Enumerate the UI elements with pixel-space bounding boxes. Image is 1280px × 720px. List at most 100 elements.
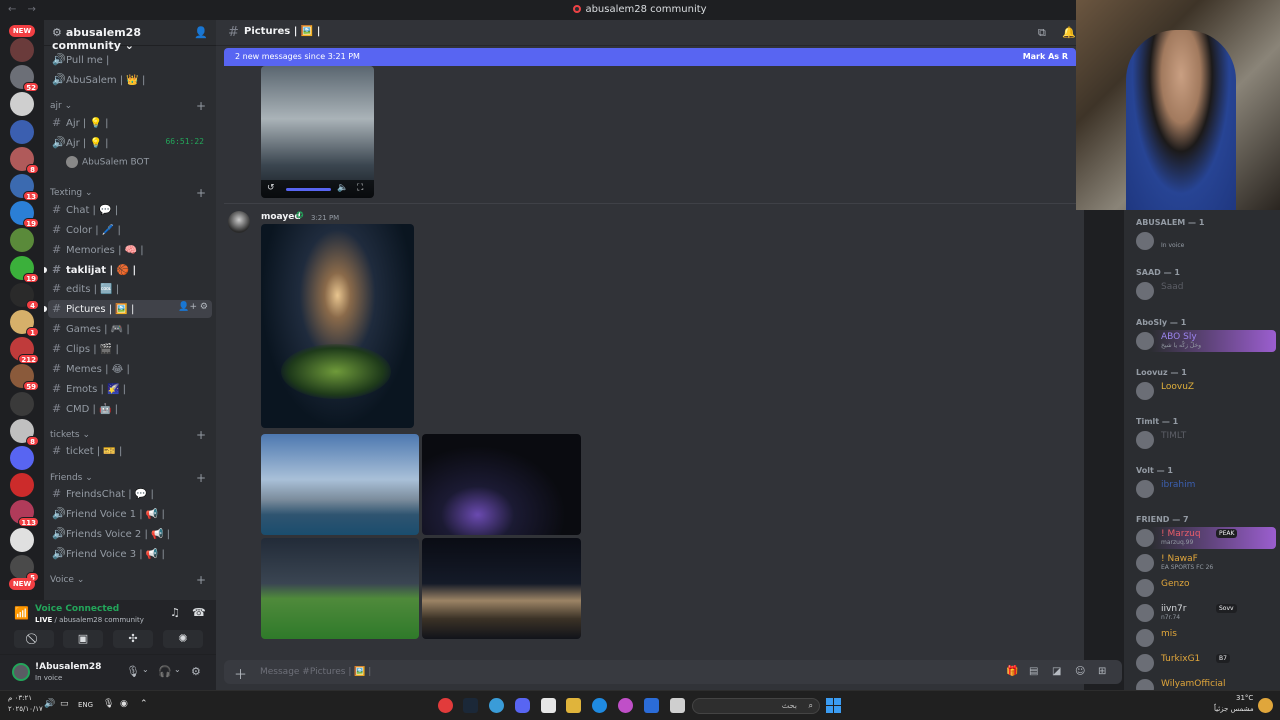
server-icon[interactable]: 8 bbox=[10, 146, 39, 174]
server-icon[interactable] bbox=[10, 92, 34, 117]
steam-icon[interactable] bbox=[463, 698, 478, 713]
member-item[interactable]: TIMLT bbox=[1136, 429, 1276, 451]
chevron-up-icon[interactable]: ⌃ bbox=[140, 699, 148, 709]
bell-icon[interactable]: 🔔 bbox=[1062, 26, 1076, 39]
server-icon[interactable]: 1 bbox=[10, 310, 39, 337]
microphone-icon[interactable]: 🎙 bbox=[103, 699, 114, 709]
chrome-icon[interactable] bbox=[489, 698, 504, 713]
channel-item[interactable]: # Games | 🎮 | bbox=[48, 320, 212, 338]
category-header[interactable]: Friends ⌄ + bbox=[50, 471, 212, 485]
server-icon[interactable] bbox=[10, 228, 34, 253]
store-icon[interactable] bbox=[541, 698, 556, 713]
channel-item[interactable]: # edits | 🆒 | bbox=[48, 280, 212, 298]
channel-item[interactable]: 🔊Friend Voice 3 | 📢 | bbox=[48, 545, 212, 563]
mail-icon[interactable] bbox=[644, 698, 659, 713]
progress-bar[interactable] bbox=[286, 188, 331, 191]
member-item[interactable]: ibrahim bbox=[1136, 478, 1276, 500]
channel-item[interactable]: 🔊Ajr | 💡 | 66:51:22 bbox=[48, 134, 212, 152]
apps-icon[interactable]: ⊞ bbox=[1098, 666, 1106, 677]
server-icon[interactable]: 8 bbox=[10, 418, 39, 446]
video-attachment[interactable]: ↺ 🔈 ⛶ bbox=[261, 66, 374, 198]
network-icon[interactable]: ◉ bbox=[120, 699, 128, 709]
volume-icon[interactable]: 🔊 bbox=[44, 699, 55, 709]
image-skyline[interactable] bbox=[261, 434, 419, 535]
gif-icon[interactable]: ▤ bbox=[1029, 666, 1038, 677]
channel-item[interactable]: # Color | 🖊️ | bbox=[48, 221, 212, 239]
channel-item[interactable]: # Chat | 💬 | bbox=[48, 201, 212, 219]
gear-icon[interactable]: ⚙ bbox=[191, 665, 201, 678]
server-icon[interactable] bbox=[10, 391, 34, 416]
channel-item[interactable]: # CMD | 🤖 | bbox=[48, 400, 212, 418]
signal-icon[interactable]: 📶 bbox=[14, 606, 29, 620]
server-icon[interactable] bbox=[10, 527, 34, 552]
image-palace[interactable] bbox=[422, 538, 581, 639]
emoji-icon[interactable]: ☺ bbox=[1075, 666, 1085, 677]
soundboard-button[interactable]: ✺ bbox=[163, 630, 203, 648]
copilot-icon[interactable] bbox=[618, 698, 633, 713]
disconnect-icon[interactable]: ☎ bbox=[192, 606, 206, 619]
volume-icon[interactable]: 🔈 bbox=[337, 183, 348, 193]
display-icon[interactable]: ▭ bbox=[60, 699, 69, 709]
edge-icon[interactable] bbox=[592, 698, 607, 713]
image-stadium[interactable] bbox=[261, 224, 414, 428]
channel-item[interactable]: # Pictures | 🖼️ | 👤+ ⚙ bbox=[48, 300, 212, 319]
microphone-icon[interactable]: 🎙 bbox=[126, 665, 140, 678]
invite-icon[interactable]: 👤 bbox=[194, 26, 208, 39]
add-channel-icon[interactable]: + bbox=[196, 186, 206, 200]
add-channel-icon[interactable]: + bbox=[196, 99, 206, 113]
gift-icon[interactable]: 🎁 bbox=[1006, 666, 1018, 677]
headset-icon[interactable]: 🎧 bbox=[158, 665, 172, 678]
server-icon[interactable]: 5 bbox=[10, 554, 39, 582]
clock-date[interactable]: ٢٠٢٥/١٠/١٧ bbox=[8, 705, 43, 713]
server-icon[interactable] bbox=[10, 446, 34, 470]
channel-item[interactable]: # Memories | 🧠 | bbox=[48, 241, 212, 259]
category-header[interactable]: tickets ⌄ + bbox=[50, 428, 212, 442]
new-messages-bar[interactable]: 2 new messages since 3:21 PM Mark As R bbox=[224, 48, 1076, 66]
server-icon[interactable]: 113 bbox=[10, 500, 39, 528]
channel-item[interactable]: # Clips | 🎬 | bbox=[48, 340, 212, 358]
member-item[interactable]: ! Marzuq PEAK marzuq.99 bbox=[1136, 527, 1276, 549]
message-author[interactable]: moayed bbox=[261, 212, 301, 222]
member-item[interactable]: ! NawaF EA SPORTS FC 26 bbox=[1136, 552, 1276, 574]
server-icon[interactable] bbox=[10, 38, 34, 62]
avatar[interactable] bbox=[12, 663, 30, 681]
member-item[interactable]: iivn7r Sovv n7r.74 bbox=[1136, 602, 1276, 624]
chevron-down-icon[interactable]: ⌄ bbox=[142, 665, 149, 674]
voice-status[interactable]: Voice Connected bbox=[35, 604, 119, 614]
channel-item[interactable]: 🔊AbuSalem | 👑 | bbox=[48, 71, 212, 89]
channel-item[interactable]: 🔊Friend Voice 1 | 📢 | bbox=[48, 505, 212, 523]
server-icon[interactable]: 13 bbox=[10, 174, 39, 201]
image-night[interactable] bbox=[422, 434, 581, 535]
server-icon[interactable] bbox=[10, 473, 34, 498]
windows-start-icon[interactable] bbox=[826, 698, 841, 713]
server-icon[interactable]: 59 bbox=[10, 364, 39, 392]
sticker-icon[interactable]: ◪ bbox=[1052, 666, 1061, 677]
server-icon[interactable]: 19 bbox=[10, 255, 39, 283]
camera-off-button[interactable]: ⃠ bbox=[14, 630, 54, 648]
clock-time[interactable]: ٠٣:٢١ م bbox=[8, 694, 32, 702]
server-icon[interactable]: 212 bbox=[10, 337, 39, 365]
member-item[interactable]: ABO Sly وخلّ زكّه يا شيخ bbox=[1136, 330, 1276, 352]
channel-item[interactable]: # ticket | 🎫 | bbox=[48, 442, 212, 460]
record-app-icon[interactable] bbox=[438, 698, 453, 713]
channel-item[interactable]: # taklijat | 🏀 | bbox=[48, 261, 212, 279]
mark-as-read-button[interactable]: Mark As R bbox=[1023, 52, 1068, 61]
category-header[interactable]: ajr ⌄ + bbox=[50, 99, 212, 113]
server-icon[interactable]: 52 bbox=[10, 65, 39, 93]
channel-item[interactable]: 🔊Friends Voice 2 | 📢 | bbox=[48, 525, 212, 543]
member-item[interactable]: Genzo bbox=[1136, 577, 1276, 599]
user-name[interactable]: !Abusalem28 bbox=[35, 662, 101, 672]
message-composer[interactable]: ＋ Message #Pictures | 🖼️ | 🎁 ▤ ◪ ☺ ⊞ bbox=[224, 660, 1122, 684]
weather-icon[interactable] bbox=[1258, 698, 1273, 713]
member-item[interactable]: TurkixG1 B7 bbox=[1136, 652, 1276, 674]
threads-icon[interactable]: ⧉ bbox=[1038, 26, 1046, 40]
server-icon[interactable]: 4 bbox=[10, 282, 39, 310]
channel-item[interactable]: # FreindsChat | 💬 | bbox=[48, 485, 212, 503]
member-item[interactable]: LoovuZ bbox=[1136, 380, 1276, 402]
channel-tools-icon[interactable]: 👤+ ⚙ bbox=[178, 302, 208, 312]
server-icon[interactable]: 19 bbox=[10, 201, 39, 229]
weather-desc[interactable]: مشمس جزئياً bbox=[1214, 705, 1254, 713]
noise-suppression-icon[interactable]: ♫ bbox=[170, 606, 180, 619]
message-input[interactable]: Message #Pictures | 🖼️ | bbox=[260, 667, 371, 677]
replay-icon[interactable]: ↺ bbox=[267, 183, 275, 193]
